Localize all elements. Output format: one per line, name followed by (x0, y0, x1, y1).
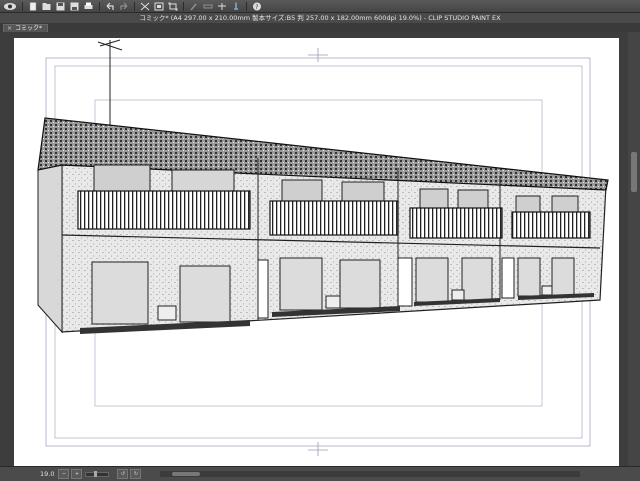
redo-icon[interactable] (117, 1, 130, 11)
save-icon[interactable] (54, 1, 67, 11)
ruler-icon[interactable] (201, 1, 214, 11)
print-icon[interactable] (82, 1, 95, 11)
building-illustration (37, 117, 609, 334)
antenna (97, 39, 123, 128)
command-bar: ? (0, 0, 640, 13)
snap-icon[interactable] (215, 1, 228, 11)
clear-icon[interactable] (138, 1, 151, 11)
horizontal-scrollbar[interactable] (160, 471, 580, 477)
canvas-workspace[interactable] (0, 32, 628, 466)
fill-icon[interactable] (152, 1, 165, 11)
help-icon[interactable]: ? (250, 1, 263, 11)
toolbar-separator (134, 1, 135, 11)
horizontal-scroll-thumb[interactable] (172, 472, 200, 476)
brush-icon[interactable] (187, 1, 200, 11)
open-file-icon[interactable] (40, 1, 53, 11)
rotate-left-icon: ↺ (120, 471, 126, 477)
document-tab-strip: × コミック* (0, 23, 640, 33)
window-title: コミック* (A4 297.00 x 210.00mm 製本サイズ:B5 判 2… (0, 13, 640, 23)
zoom-slider[interactable] (85, 470, 110, 477)
undo-icon[interactable] (103, 1, 116, 11)
rotate-right-button[interactable]: ↻ (130, 469, 142, 479)
svg-text:?: ? (255, 4, 258, 11)
transform-icon[interactable] (166, 1, 179, 11)
eye-icon[interactable] (2, 1, 18, 11)
artwork (37, 39, 609, 456)
toolbar-separator (183, 1, 184, 11)
zoom-out-button[interactable]: − (58, 469, 70, 479)
toolbar-separator (22, 1, 23, 11)
rotate-right-icon: ↻ (133, 471, 139, 477)
zoom-in-button[interactable]: + (71, 469, 83, 479)
status-bar: 19.0 − + ↺ ↻ (0, 466, 640, 481)
vertical-scrollbar[interactable] (628, 32, 640, 466)
toolbar-separator (99, 1, 100, 11)
rotate-left-button[interactable]: ↺ (117, 469, 129, 479)
save-as-icon[interactable] (68, 1, 81, 11)
zoom-value[interactable]: 19.0 (38, 470, 56, 478)
toolbar-separator (246, 1, 247, 11)
new-file-icon[interactable] (26, 1, 39, 11)
vertical-scroll-thumb[interactable] (631, 152, 637, 192)
pen-icon[interactable] (229, 1, 242, 11)
canvas-page[interactable] (14, 38, 619, 466)
